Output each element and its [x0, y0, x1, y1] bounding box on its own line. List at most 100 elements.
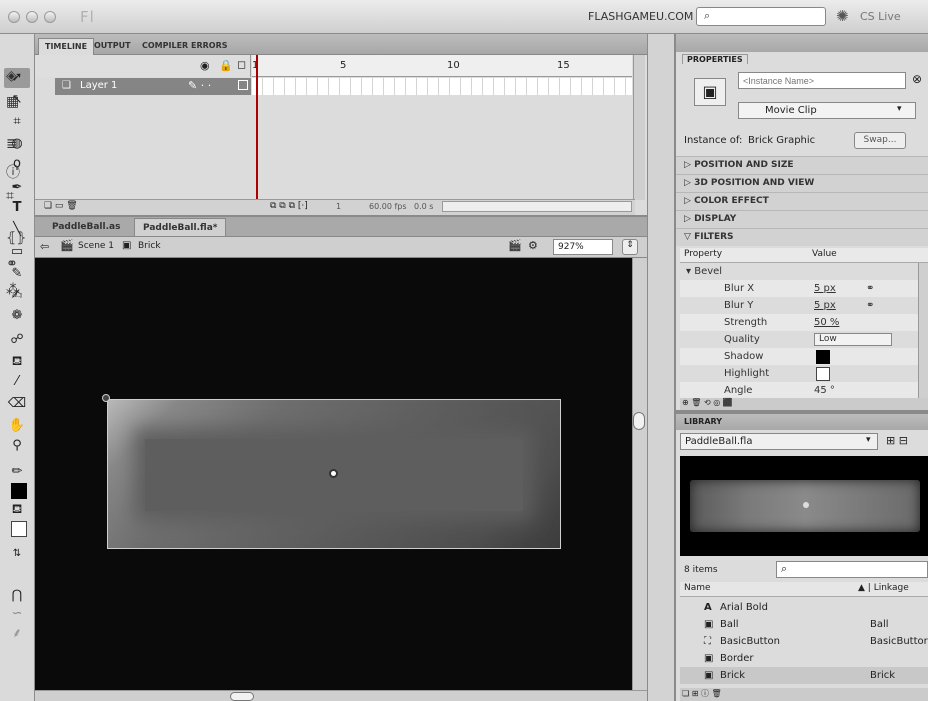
zoom-icon[interactable]: ⚲: [4, 436, 30, 456]
filter-row[interactable]: Angle 45 °: [680, 382, 918, 399]
fill-color-swatch[interactable]: [11, 483, 27, 499]
filter-row[interactable]: Strength 50 %: [680, 314, 918, 331]
library-item[interactable]: ▣ Ball Ball: [680, 616, 928, 633]
filter-row[interactable]: Highlight: [680, 365, 918, 382]
smooth-icon[interactable]: ∽: [4, 604, 30, 624]
timeline-scrollbar[interactable]: [633, 55, 645, 200]
stroke-color-swatch[interactable]: [11, 521, 27, 537]
tab-output[interactable]: OUTPUT: [88, 38, 137, 55]
section-filters[interactable]: ▽ FILTERS: [676, 228, 928, 246]
tab-compiler-errors[interactable]: COMPILER ERRORS: [136, 38, 234, 55]
tab-paddleball-fla[interactable]: PaddleBall.fla*: [134, 218, 227, 236]
lock-icon[interactable]: 🔒: [219, 59, 233, 72]
registration-point[interactable]: [329, 469, 338, 478]
motion-editor-icon[interactable]: ◈: [6, 68, 17, 84]
tab-paddleball-as[interactable]: PaddleBall.as: [44, 218, 128, 236]
eraser-icon[interactable]: ⌫: [4, 394, 30, 414]
zoom-window-button[interactable]: [44, 11, 56, 23]
frame-grid[interactable]: [252, 78, 632, 95]
layer-icon: ❑: [62, 80, 71, 91]
straighten-icon[interactable]: ⸙: [4, 624, 30, 644]
filter-actions-icon[interactable]: ⊕ 🗑 ⟲ ◎ ⬛: [680, 398, 928, 410]
frame-number: 5: [340, 60, 347, 71]
bone-icon[interactable]: ☍: [4, 330, 30, 350]
tab-timeline[interactable]: TIMELINE: [38, 38, 95, 55]
cs-live-icon[interactable]: ✺: [836, 7, 849, 25]
reset-icon[interactable]: ⊗: [912, 72, 922, 86]
transform-icon[interactable]: ⌗: [6, 188, 14, 204]
scene-icon: 🎬: [60, 239, 74, 252]
show-hide-icon[interactable]: ◉: [200, 59, 210, 72]
section-3d-position[interactable]: ▷ 3D POSITION AND VIEW: [676, 174, 928, 192]
edit-scene-icon[interactable]: 🎬: [508, 239, 522, 252]
section-color-effect[interactable]: ▷ COLOR EFFECT: [676, 192, 928, 210]
properties-title[interactable]: PROPERTIES: [682, 54, 748, 64]
chevron-down-icon[interactable]: ▾: [866, 435, 871, 445]
breadcrumb-symbol[interactable]: Brick: [138, 241, 161, 251]
library-item[interactable]: A Arial Bold: [680, 599, 928, 616]
snap-to-objects-icon[interactable]: ⋂: [4, 586, 30, 606]
instance-name-input[interactable]: [738, 72, 906, 89]
outline-icon[interactable]: ◻: [237, 58, 246, 71]
swap-button[interactable]: Swap...: [854, 132, 906, 149]
workspace-switcher[interactable]: FLASHGAMEU.COM ▾: [588, 10, 702, 23]
pin-icon[interactable]: ⊞ ⊟: [886, 434, 908, 447]
components-icon[interactable]: ⚭: [6, 256, 18, 272]
back-arrow-icon[interactable]: ⇦: [40, 240, 49, 253]
filter-row[interactable]: Blur X5 px ⚭: [680, 280, 918, 297]
vscroll-thumb[interactable]: [633, 412, 645, 430]
shadow-color-swatch: [816, 350, 830, 364]
paint-bucket-icon[interactable]: ⛾: [4, 352, 30, 372]
library-item[interactable]: ▣ Border: [680, 650, 928, 667]
breadcrumb-scene[interactable]: Scene 1: [78, 241, 114, 251]
library-actions-icon[interactable]: ❏ ⊞ ⓘ 🗑: [680, 688, 928, 701]
zoom-dropdown[interactable]: ⇕: [622, 239, 638, 255]
help-search-input[interactable]: [696, 7, 826, 26]
section-position-size[interactable]: ▷ POSITION AND SIZE: [676, 156, 928, 174]
section-display[interactable]: ▷ DISPLAY: [676, 210, 928, 228]
filter-row[interactable]: Shadow: [680, 348, 918, 365]
info-icon[interactable]: ⓘ: [6, 162, 20, 182]
deco-icon[interactable]: ❁: [4, 306, 30, 326]
library-file-select[interactable]: PaddleBall.fla: [680, 433, 878, 450]
playhead[interactable]: [256, 55, 258, 200]
swap-colors-icon[interactable]: ⇅: [4, 544, 30, 564]
align-icon[interactable]: ≣: [6, 136, 18, 152]
filter-row[interactable]: Quality Low: [680, 331, 918, 348]
new-layer-icon[interactable]: ❏ ▭ 🗑: [44, 201, 78, 211]
stage-vscroll[interactable]: [632, 258, 647, 690]
stage-hscroll[interactable]: [35, 690, 647, 701]
timeline-hscroll[interactable]: [442, 201, 632, 212]
free-transform-icon[interactable]: ⌗: [4, 112, 30, 132]
transform-point[interactable]: [102, 394, 110, 402]
hscroll-thumb[interactable]: [230, 692, 254, 701]
code-snippets-icon[interactable]: ⦃⦄: [6, 230, 27, 246]
close-window-button[interactable]: [8, 11, 20, 23]
library-col-linkage[interactable]: ▲ | Linkage: [858, 583, 909, 593]
cs-live-button[interactable]: CS Live: [860, 10, 901, 23]
frame-ruler[interactable]: [252, 55, 632, 77]
grid-icon[interactable]: ▦: [6, 94, 19, 110]
library-search-input[interactable]: [776, 561, 928, 578]
symbol-type-select[interactable]: Movie Clip: [738, 102, 916, 119]
stroke-color-icon: ✏: [11, 464, 23, 479]
library-item[interactable]: ⛶ BasicButton BasicButtor: [680, 633, 928, 650]
hand-icon[interactable]: ✋: [4, 416, 30, 436]
font-icon: A: [704, 602, 712, 613]
filters-scrollbar[interactable]: [918, 263, 928, 398]
layer-name[interactable]: Layer 1: [80, 80, 117, 91]
edit-symbols-icon[interactable]: ⚙: [528, 239, 538, 252]
library-col-name[interactable]: Name: [684, 583, 711, 593]
library-item[interactable]: ▣ Brick Brick: [680, 667, 928, 684]
onion-skin-icon[interactable]: ⧉ ⧉ ⧉ [·]: [270, 201, 308, 211]
filter-row[interactable]: Blur Y5 px ⚭: [680, 297, 918, 314]
eyedropper-icon[interactable]: ⁄: [4, 372, 30, 392]
frame-rate: 60.00 fps: [369, 202, 407, 211]
minimize-window-button[interactable]: [26, 11, 38, 23]
outline-toggle[interactable]: [238, 80, 248, 90]
filter-bevel-row[interactable]: ▾ Bevel: [680, 263, 918, 280]
swatches-icon[interactable]: ⁂: [6, 282, 20, 298]
chevron-down-icon[interactable]: ▾: [897, 104, 902, 114]
library-title[interactable]: LIBRARY: [684, 417, 722, 426]
zoom-field[interactable]: 927%: [553, 239, 613, 255]
